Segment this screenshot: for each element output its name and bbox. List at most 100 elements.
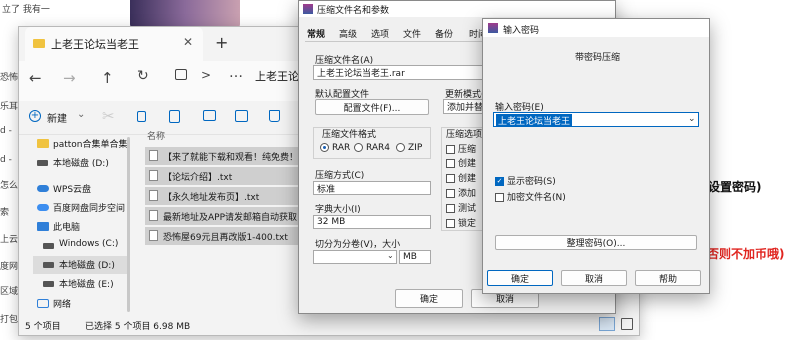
breadcrumb-separator: > <box>201 68 212 82</box>
bg-text: 上云 <box>0 235 19 245</box>
update-mode-select[interactable]: 添加并替 <box>443 99 485 114</box>
cut-icon[interactable]: ✂ <box>102 107 115 125</box>
show-password-checkbox[interactable]: ✓ 显示密码(S) <box>495 174 556 187</box>
rename-icon[interactable] <box>203 110 216 121</box>
tiles-view-icon[interactable] <box>621 318 633 330</box>
dialog-titlebar: 压缩文件名和参数 <box>299 1 615 17</box>
file-name: 【来了就能下载和观看！纯免费！ <box>163 153 299 163</box>
checkbox-icon <box>495 193 504 202</box>
encrypt-filenames-checkbox[interactable]: 加密文件名(N) <box>495 190 566 203</box>
dictionary-select[interactable]: 32 MB <box>313 215 431 229</box>
network-icon <box>37 299 49 308</box>
more-path-icon[interactable]: … <box>229 65 243 81</box>
split-size-input[interactable] <box>313 250 397 264</box>
option-checkbox[interactable]: 测试 <box>446 201 476 214</box>
option-checkbox[interactable]: 创建 <box>446 156 476 169</box>
tab-backup[interactable]: 备份 <box>435 27 453 40</box>
up-arrow-icon[interactable]: ↑ <box>101 69 114 87</box>
organize-passwords-button[interactable]: 整理密码(O)... <box>495 235 697 250</box>
option-checkbox[interactable]: 创建 <box>446 171 476 184</box>
tab-general[interactable]: 常规 <box>307 27 325 40</box>
new-button[interactable]: 新建 <box>47 110 67 125</box>
tab-advanced[interactable]: 高级 <box>339 27 357 40</box>
sidebar-scrollbar[interactable] <box>127 137 130 312</box>
option-checkbox[interactable]: 锁定 <box>446 216 476 229</box>
explorer-tab[interactable]: 上老王论坛当老王 ✕ <box>25 27 203 61</box>
sidebar-item-drive-d-selected[interactable]: 本地磁盘 (D:) <box>33 256 127 274</box>
text-file-icon <box>149 210 158 221</box>
password-dialog: 输入密码 带密码压缩 输入密码(E) 上老王论坛当老王 ⌄ ✓ 显示密码(S) 加… <box>482 18 710 294</box>
checkbox-icon <box>446 219 455 228</box>
password-dialog-titlebar: 输入密码 <box>483 19 709 37</box>
format-zip-radio[interactable]: ZIP <box>396 143 422 153</box>
split-unit-select[interactable]: MB <box>399 250 431 264</box>
close-tab-icon[interactable]: ✕ <box>183 35 193 49</box>
back-arrow-icon[interactable]: ← <box>29 69 42 87</box>
sidebar-item-label: 百度网盘同步空间 <box>53 204 126 214</box>
bg-text: 区域 <box>0 287 19 297</box>
winrar-icon <box>488 23 498 33</box>
view-monitor-icon[interactable] <box>175 69 187 80</box>
format-rar4-radio[interactable]: RAR4 <box>354 143 390 153</box>
option-checkbox[interactable]: 添加 <box>446 186 476 199</box>
sidebar-item-label: 本地磁盘 (D:) <box>53 159 109 169</box>
copy-icon[interactable] <box>137 111 146 122</box>
file-name: 【永久地址发布页】.txt <box>163 193 260 203</box>
password-help-button[interactable]: 帮助 <box>635 270 701 286</box>
column-header-name[interactable]: 名称 <box>147 129 165 142</box>
format-rar-label: RAR <box>332 143 351 153</box>
details-view-icon[interactable] <box>599 317 615 331</box>
format-rar-radio[interactable]: RAR <box>320 143 350 153</box>
sidebar-item-label: 网络 <box>53 300 72 310</box>
sidebar-item-drive-d[interactable]: 本地磁盘 (D:) <box>33 154 123 172</box>
archive-name-field[interactable]: 上老王论坛当老王.rar <box>313 65 487 80</box>
method-select[interactable]: 标准 <box>313 181 431 195</box>
sidebar-item-drive-c[interactable]: Windows (C:) <box>33 237 125 255</box>
cloud-icon <box>37 185 49 192</box>
profile-button[interactable]: 配置文件(F)... <box>315 99 429 115</box>
file-name: 最新地址及APP请发邮箱自动获取 <box>163 213 298 223</box>
file-row[interactable]: 【永久地址发布页】.txt <box>145 187 303 205</box>
file-row[interactable]: 【来了就能下载和观看！纯免费！ <box>145 147 303 165</box>
sidebar-item-drive-e[interactable]: 本地磁盘 (E:) <box>33 275 125 293</box>
password-ok-button[interactable]: 确定 <box>487 270 553 286</box>
sidebar-item-this-pc[interactable]: 此电脑 <box>33 218 123 236</box>
password-input[interactable]: 上老王论坛当老王 ⌄ <box>493 112 699 127</box>
chevron-down-icon[interactable]: ⌄ <box>387 251 394 260</box>
bg-heading-text: 设置密码) <box>708 180 762 194</box>
paste-icon[interactable] <box>169 110 180 123</box>
checkbox-icon <box>446 204 455 213</box>
file-row[interactable]: 【论坛介绍】.txt <box>145 167 303 185</box>
file-name: 【论坛介绍】.txt <box>163 173 233 183</box>
file-row[interactable]: 最新地址及APP请发邮箱自动获取 <box>145 207 303 225</box>
sidebar-item-label: WPS云盘 <box>53 185 92 195</box>
chevron-down-icon[interactable]: ⌄ <box>688 114 696 124</box>
option-checkbox[interactable]: 压缩 <box>446 142 476 155</box>
checkbox-icon <box>446 145 455 154</box>
sidebar-item-patton[interactable]: patton合集单合集 <box>33 135 128 153</box>
archive-ok-button[interactable]: 确定 <box>395 289 463 308</box>
chevron-down-icon[interactable]: ⌄ <box>77 109 85 120</box>
delete-icon[interactable] <box>269 110 280 122</box>
radio-selected-icon <box>320 143 329 152</box>
password-cancel-button[interactable]: 取消 <box>561 270 627 286</box>
dialog-title: 压缩文件名和参数 <box>317 6 390 16</box>
bg-red-text: 否则不加币哦) <box>707 247 785 261</box>
new-tab-button[interactable]: + <box>215 33 228 52</box>
forward-arrow-icon[interactable]: → <box>63 69 76 87</box>
bg-text: 打包 <box>0 315 19 325</box>
drive-icon <box>43 281 54 287</box>
bg-text: 索 <box>0 208 10 218</box>
sidebar-item-label: Windows (C:) <box>59 239 119 249</box>
option-label: 压缩 <box>458 145 477 155</box>
sidebar-item-network[interactable]: 网络 <box>33 295 123 313</box>
share-icon[interactable] <box>235 110 248 122</box>
sidebar-item-baidu[interactable]: 百度网盘同步空间 <box>33 199 125 217</box>
tab-files[interactable]: 文件 <box>403 27 421 40</box>
refresh-icon[interactable]: ↻ <box>137 68 149 84</box>
tab-options[interactable]: 选项 <box>371 27 389 40</box>
sidebar-item-wps[interactable]: WPS云盘 <box>33 180 123 198</box>
file-row[interactable]: 恐怖屋69元且再改版1-400.txt <box>145 227 303 245</box>
method-label: 压缩方式(C) <box>315 171 365 181</box>
bg-text: d - <box>0 126 12 136</box>
